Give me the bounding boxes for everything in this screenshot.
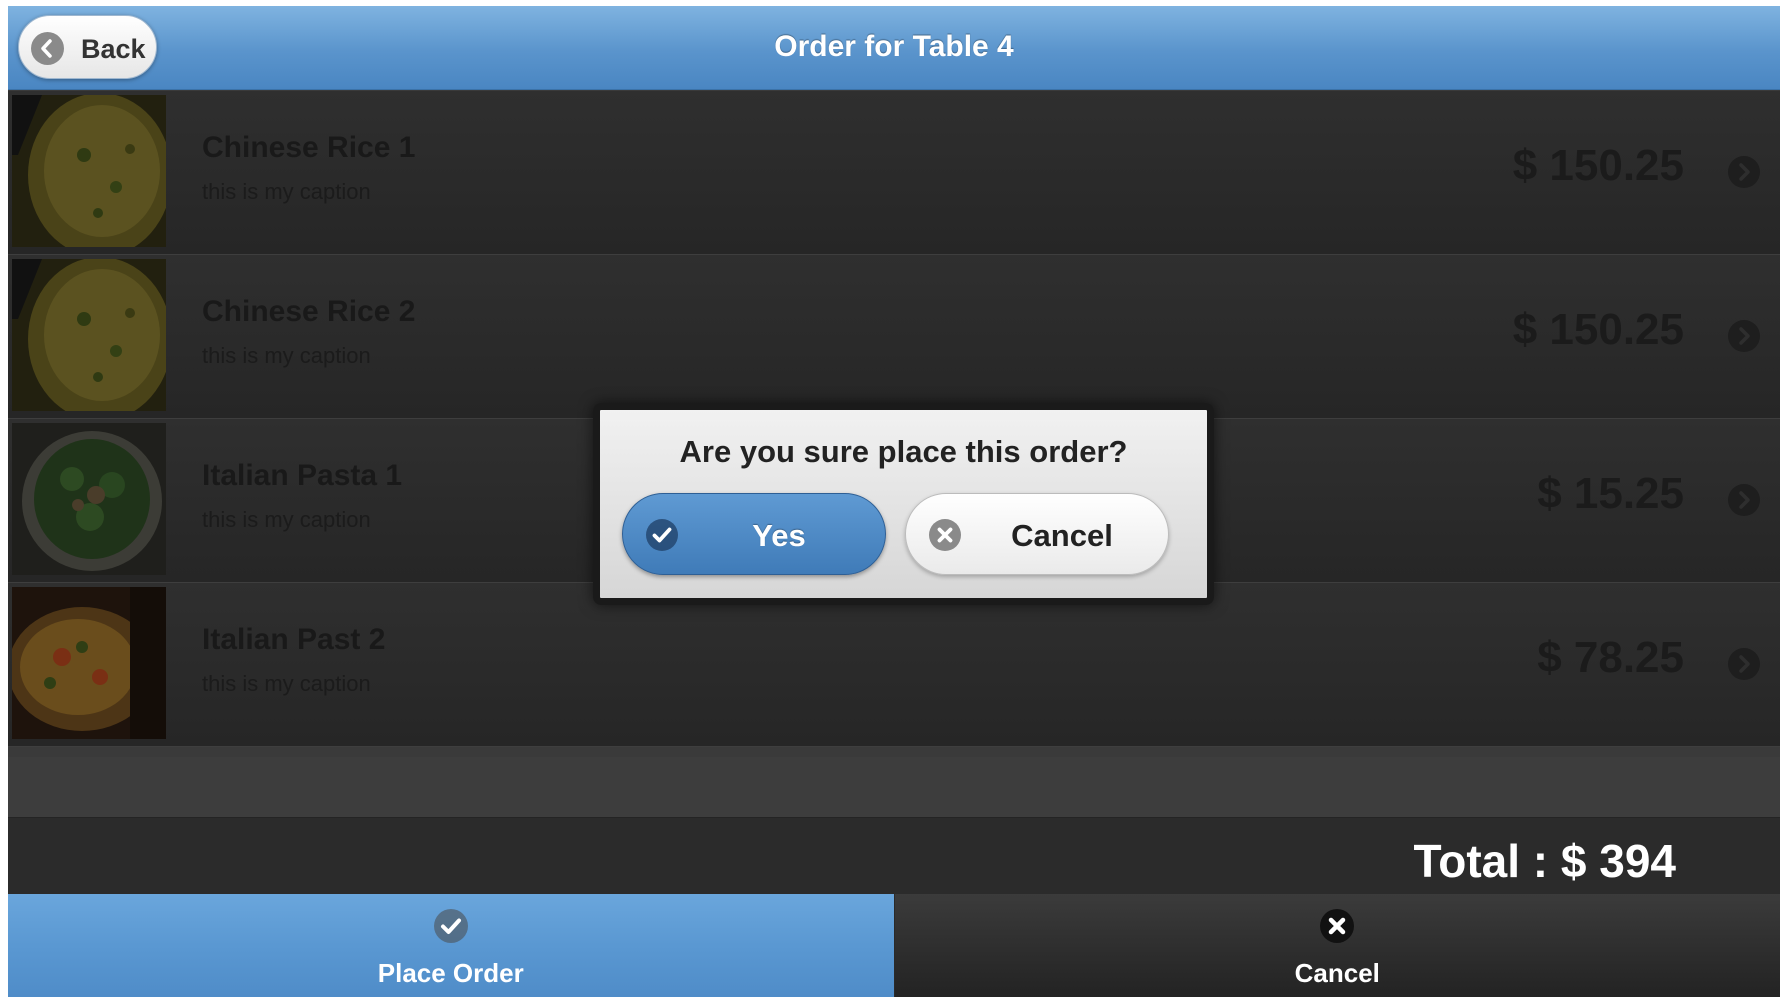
close-icon — [928, 518, 962, 552]
item-name: Chinese Rice 1 — [202, 131, 416, 164]
order-total: Total : $ 394 — [1413, 835, 1676, 887]
item-caption: this is my caption — [202, 671, 371, 696]
page-title: Order for Table 4 — [774, 30, 1014, 63]
chevron-right-circle-icon — [1726, 318, 1762, 354]
footer-cancel-label: Cancel — [1294, 958, 1380, 988]
dialog-question: Are you sure place this order? — [679, 434, 1128, 469]
dialog-yes-button[interactable]: Yes — [622, 493, 886, 575]
footer-cancel-button[interactable]: Cancel — [894, 894, 1780, 997]
fried-rice-thumbnail — [12, 95, 166, 247]
item-price: $ 15.25 — [1537, 469, 1684, 518]
chevron-right-circle-icon — [1726, 646, 1762, 682]
fried-rice-thumbnail — [12, 259, 166, 411]
item-name: Italian Past 2 — [202, 623, 386, 656]
pasta-salad-thumbnail — [12, 423, 166, 575]
item-price: $ 78.25 — [1537, 633, 1684, 682]
item-name: Chinese Rice 2 — [202, 295, 416, 328]
list-item[interactable]: Chinese Rice 2 this is my caption $ 150.… — [8, 255, 1780, 419]
dialog-cancel-label: Cancel — [1011, 518, 1113, 553]
item-caption: this is my caption — [202, 507, 371, 532]
place-order-button[interactable]: Place Order — [8, 894, 895, 997]
footer-navbar: Place Order Cancel — [8, 894, 1780, 997]
header-bar: Back Order for Table 4 — [8, 6, 1780, 90]
place-order-label: Place Order — [377, 958, 524, 988]
item-caption: this is my caption — [202, 343, 371, 368]
list-footer-spacer — [8, 757, 1780, 817]
item-price: $ 150.25 — [1512, 141, 1684, 190]
close-icon — [1319, 908, 1355, 944]
confirm-dialog: Are you sure place this order? Yes Cance… — [593, 403, 1214, 605]
chevron-right-circle-icon — [1726, 154, 1762, 190]
total-bar: Total : $ 394 — [8, 817, 1780, 897]
check-icon — [433, 908, 469, 944]
item-caption: this is my caption — [202, 179, 371, 204]
item-name: Italian Pasta 1 — [202, 459, 403, 492]
dialog-yes-label: Yes — [752, 518, 806, 553]
pasta-dish-thumbnail — [12, 587, 166, 739]
chevron-right-circle-icon — [1726, 482, 1762, 518]
list-item[interactable]: Chinese Rice 1 this is my caption $ 150.… — [8, 91, 1780, 255]
check-icon — [645, 518, 679, 552]
item-price: $ 150.25 — [1512, 305, 1684, 354]
list-item[interactable]: Italian Past 2 this is my caption $ 78.2… — [8, 583, 1780, 747]
dialog-cancel-button[interactable]: Cancel — [905, 493, 1169, 575]
